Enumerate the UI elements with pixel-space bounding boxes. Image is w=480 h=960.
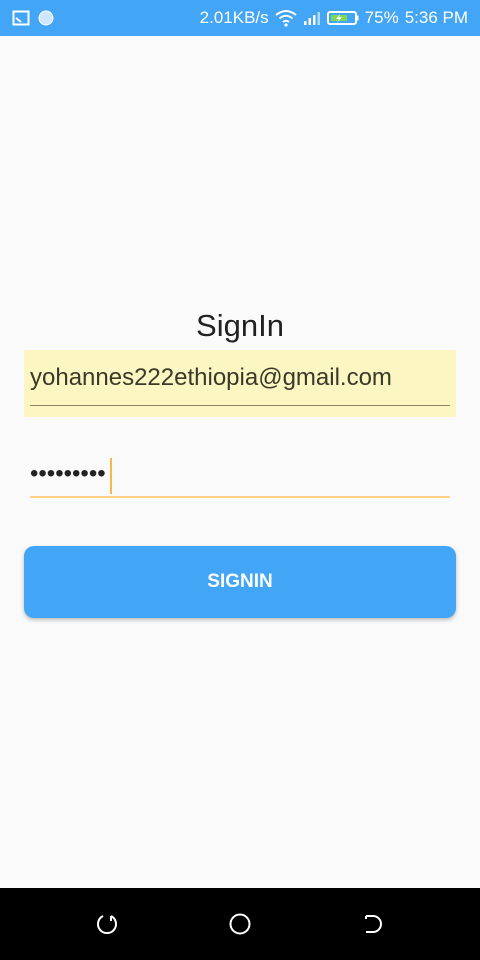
navigation-bar xyxy=(0,888,480,960)
notification-dot-icon xyxy=(38,10,54,26)
email-field-container xyxy=(24,350,456,417)
clock: 5:36 PM xyxy=(404,8,468,27)
password-field[interactable]: ••••••••• xyxy=(30,454,450,494)
password-field-container: ••••••••• xyxy=(30,450,450,500)
cast-icon xyxy=(12,10,30,26)
status-bar: 2.01KB/s 75% 5:36 PM xyxy=(0,0,480,36)
network-speed: 2.01KB/s xyxy=(199,8,269,27)
back-icon[interactable] xyxy=(359,910,387,938)
password-field-underline xyxy=(30,496,450,498)
email-field[interactable] xyxy=(30,358,450,398)
email-field-underline xyxy=(30,405,450,406)
text-cursor xyxy=(110,458,112,494)
home-icon[interactable] xyxy=(226,910,254,938)
battery-charging-icon xyxy=(326,10,359,26)
wifi-icon xyxy=(275,9,297,27)
page-title: SignIn xyxy=(196,308,284,343)
status-bar-left xyxy=(12,0,54,36)
recents-icon[interactable] xyxy=(93,910,121,938)
signin-button[interactable]: SIGNIN xyxy=(24,546,456,618)
signal-icon xyxy=(303,10,321,26)
status-bar-right: 2.01KB/s 75% 5:36 PM xyxy=(200,0,468,36)
battery-percent: 75% xyxy=(364,8,399,27)
